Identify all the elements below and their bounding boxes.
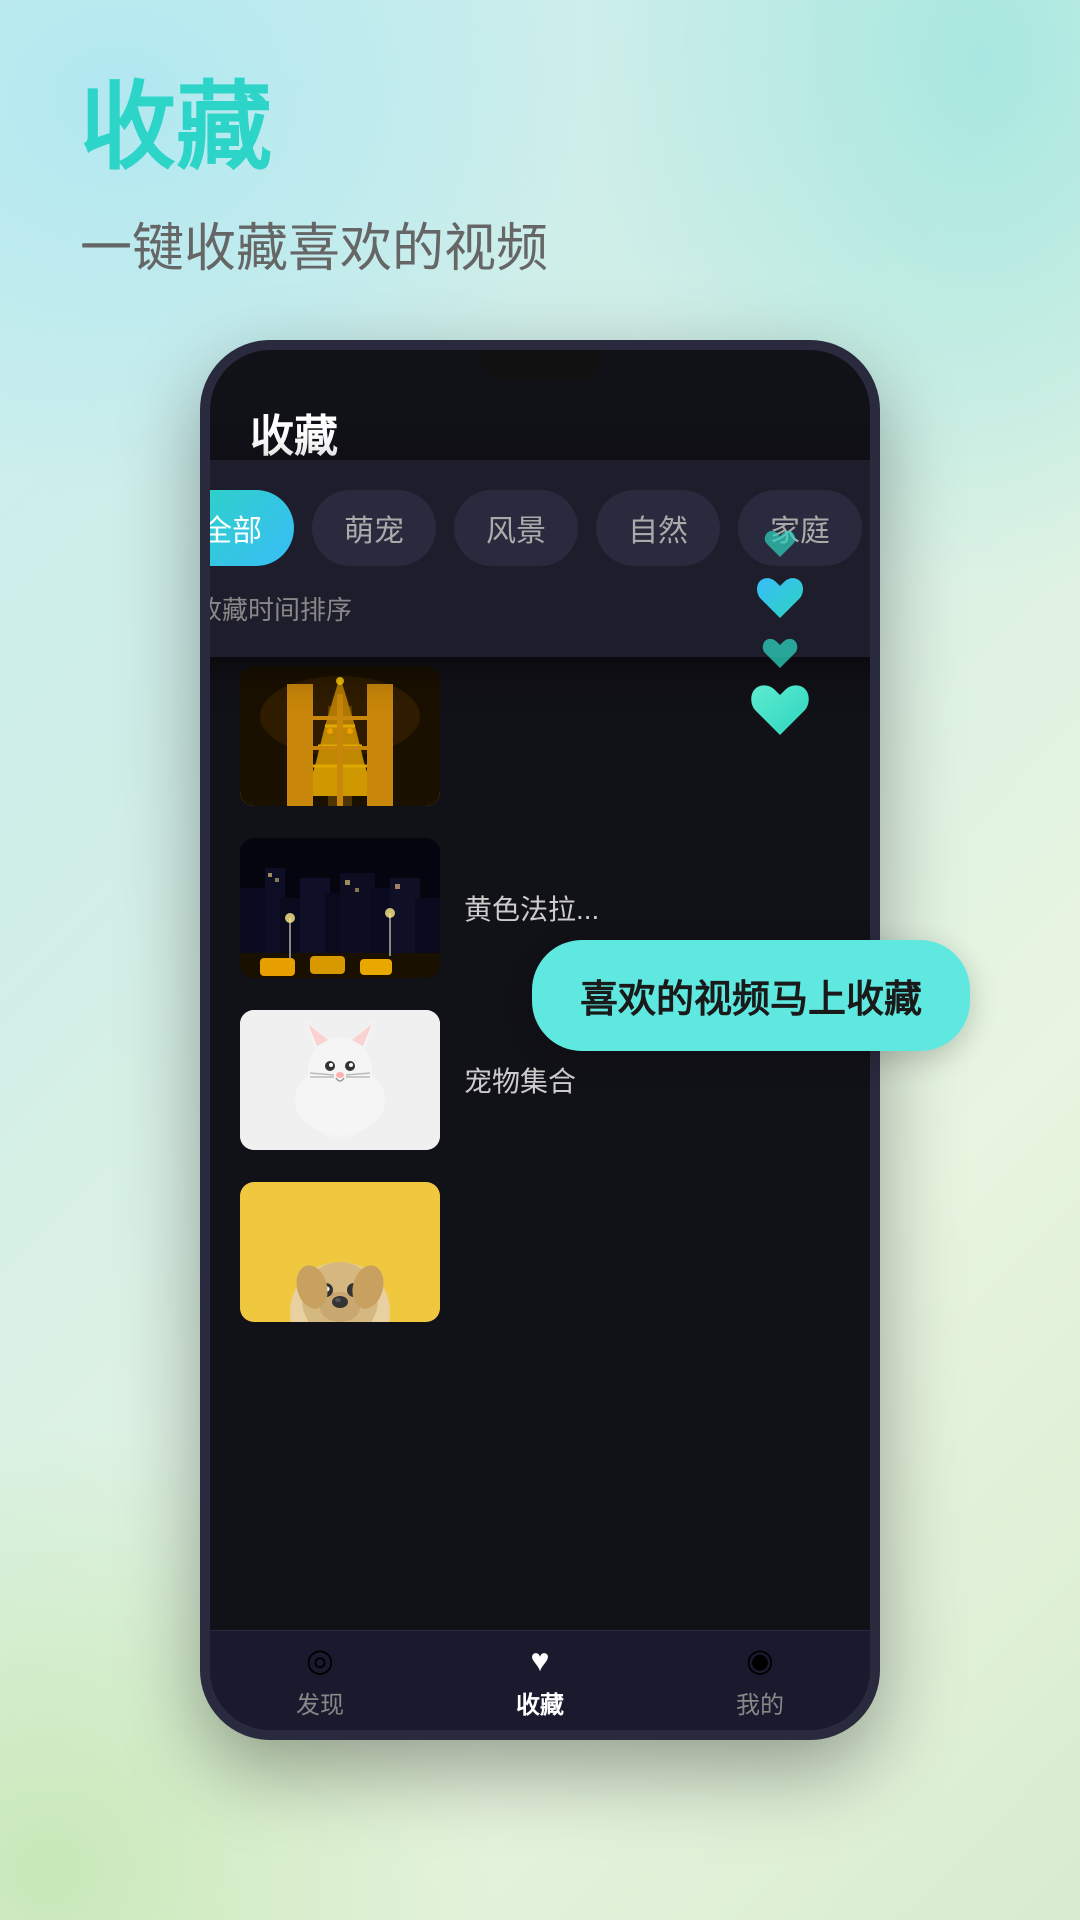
video-title-3: 宠物集合 — [464, 1060, 840, 1100]
video-item-4[interactable] — [210, 1166, 870, 1338]
video-title-2: 黄色法拉... — [464, 888, 840, 928]
heart-icon-small-top — [764, 530, 796, 560]
heart-icon-medium — [756, 578, 804, 622]
video-thumb-2 — [240, 838, 440, 978]
heart-icon-small-mid — [762, 638, 798, 671]
nav-item-discover[interactable]: ◎ 发现 — [296, 1641, 344, 1720]
filter-tab-all[interactable]: 全部 — [210, 490, 294, 566]
tooltip-bubble: 喜欢的视频马上收藏 — [532, 940, 970, 1051]
tooltip-text: 喜欢的视频马上收藏 — [580, 979, 922, 1021]
cat-thumbnail — [240, 1010, 440, 1150]
city-thumbnail — [240, 838, 440, 978]
filter-tab-pets[interactable]: 萌宠 — [312, 490, 436, 566]
mine-icon: ◉ — [746, 1641, 774, 1679]
filter-tab-nature[interactable]: 自然 — [596, 490, 720, 566]
app-title: 收藏 — [250, 400, 830, 464]
video-info-2: 黄色法拉... — [464, 888, 840, 928]
heart-icon-large — [750, 685, 810, 740]
collection-icon: ♥ — [531, 1642, 550, 1679]
nav-item-collection[interactable]: ♥ 收藏 — [516, 1642, 564, 1720]
video-info-3: 宠物集合 — [464, 1060, 840, 1100]
page-subtitle: 一键收藏喜欢的视频 — [80, 206, 548, 281]
phone-mockup: 收藏 全部 萌宠 风景 自然 家庭 按收藏时间排序 — [200, 340, 880, 1820]
video-list: 黄色法拉... — [210, 650, 870, 1630]
dog-thumbnail — [240, 1182, 440, 1322]
bottom-nav: ◎ 发现 ♥ 收藏 ◉ 我的 — [210, 1630, 870, 1730]
page-header: 收藏 一键收藏喜欢的视频 — [80, 80, 548, 281]
phone-notch — [480, 350, 600, 380]
page-title: 收藏 — [80, 80, 548, 176]
discover-icon: ◎ — [306, 1641, 334, 1679]
video-thumb-3 — [240, 1010, 440, 1150]
nav-item-mine[interactable]: ◉ 我的 — [736, 1641, 784, 1720]
nav-label-discover: 发现 — [296, 1685, 344, 1720]
video-thumb-4 — [240, 1182, 440, 1322]
nav-label-mine: 我的 — [736, 1685, 784, 1720]
eiffel-thumbnail — [240, 666, 440, 806]
video-thumb-1 — [240, 666, 440, 806]
nav-label-collection: 收藏 — [516, 1685, 564, 1720]
hearts-container — [750, 530, 810, 740]
filter-tab-scenery[interactable]: 风景 — [454, 490, 578, 566]
